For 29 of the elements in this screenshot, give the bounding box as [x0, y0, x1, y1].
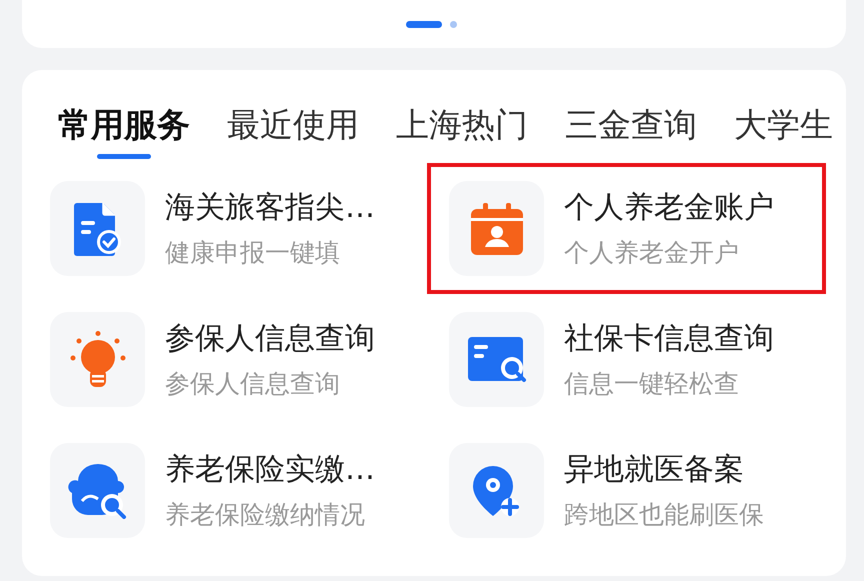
service-title: 养老保险实缴… [165, 450, 375, 488]
service-item[interactable]: 养老保险实缴… 养老保险缴纳情况 [28, 425, 427, 556]
cloud-search-icon [68, 462, 128, 518]
service-title: 异地就医备案 [564, 450, 745, 488]
category-tab[interactable]: 最近使用 [227, 103, 359, 159]
service-subtitle: 个人养老金开户 [564, 236, 740, 268]
service-title: 参保人信息查询 [165, 320, 375, 358]
service-item[interactable]: 社保卡信息查询 信息一键轻松查 [427, 294, 826, 425]
location-plus-icon [472, 464, 522, 516]
service-subtitle: 养老保险缴纳情况 [165, 498, 366, 530]
service-item[interactable]: 个人养老金账户 个人养老金开户 [427, 163, 826, 294]
category-tab[interactable]: 上海热门 [396, 103, 528, 159]
service-item[interactable]: 参保人信息查询 参保人信息查询 [28, 294, 427, 425]
category-tab[interactable]: 三金查询 [565, 103, 697, 159]
service-subtitle: 跨地区也能刷医保 [564, 498, 764, 530]
document-check-icon [72, 200, 122, 256]
category-tab[interactable]: 常用服务 [58, 103, 190, 159]
calendar-person-icon [470, 202, 524, 254]
service-subtitle: 健康申报一键填 [165, 236, 341, 268]
category-tab[interactable]: 大学生 [734, 103, 833, 159]
card-search-icon [466, 336, 526, 384]
service-item[interactable]: 异地就医备案 跨地区也能刷医保 [427, 425, 826, 556]
lightbulb-icon [70, 330, 126, 388]
service-title: 社保卡信息查询 [564, 320, 774, 358]
service-item[interactable]: 海关旅客指尖… 健康申报一键填 [28, 163, 427, 294]
service-title: 海关旅客指尖… [165, 188, 375, 226]
service-subtitle: 参保人信息查询 [165, 368, 341, 400]
service-subtitle: 信息一键轻松查 [564, 368, 740, 400]
service-title: 个人养老金账户 [564, 188, 774, 226]
